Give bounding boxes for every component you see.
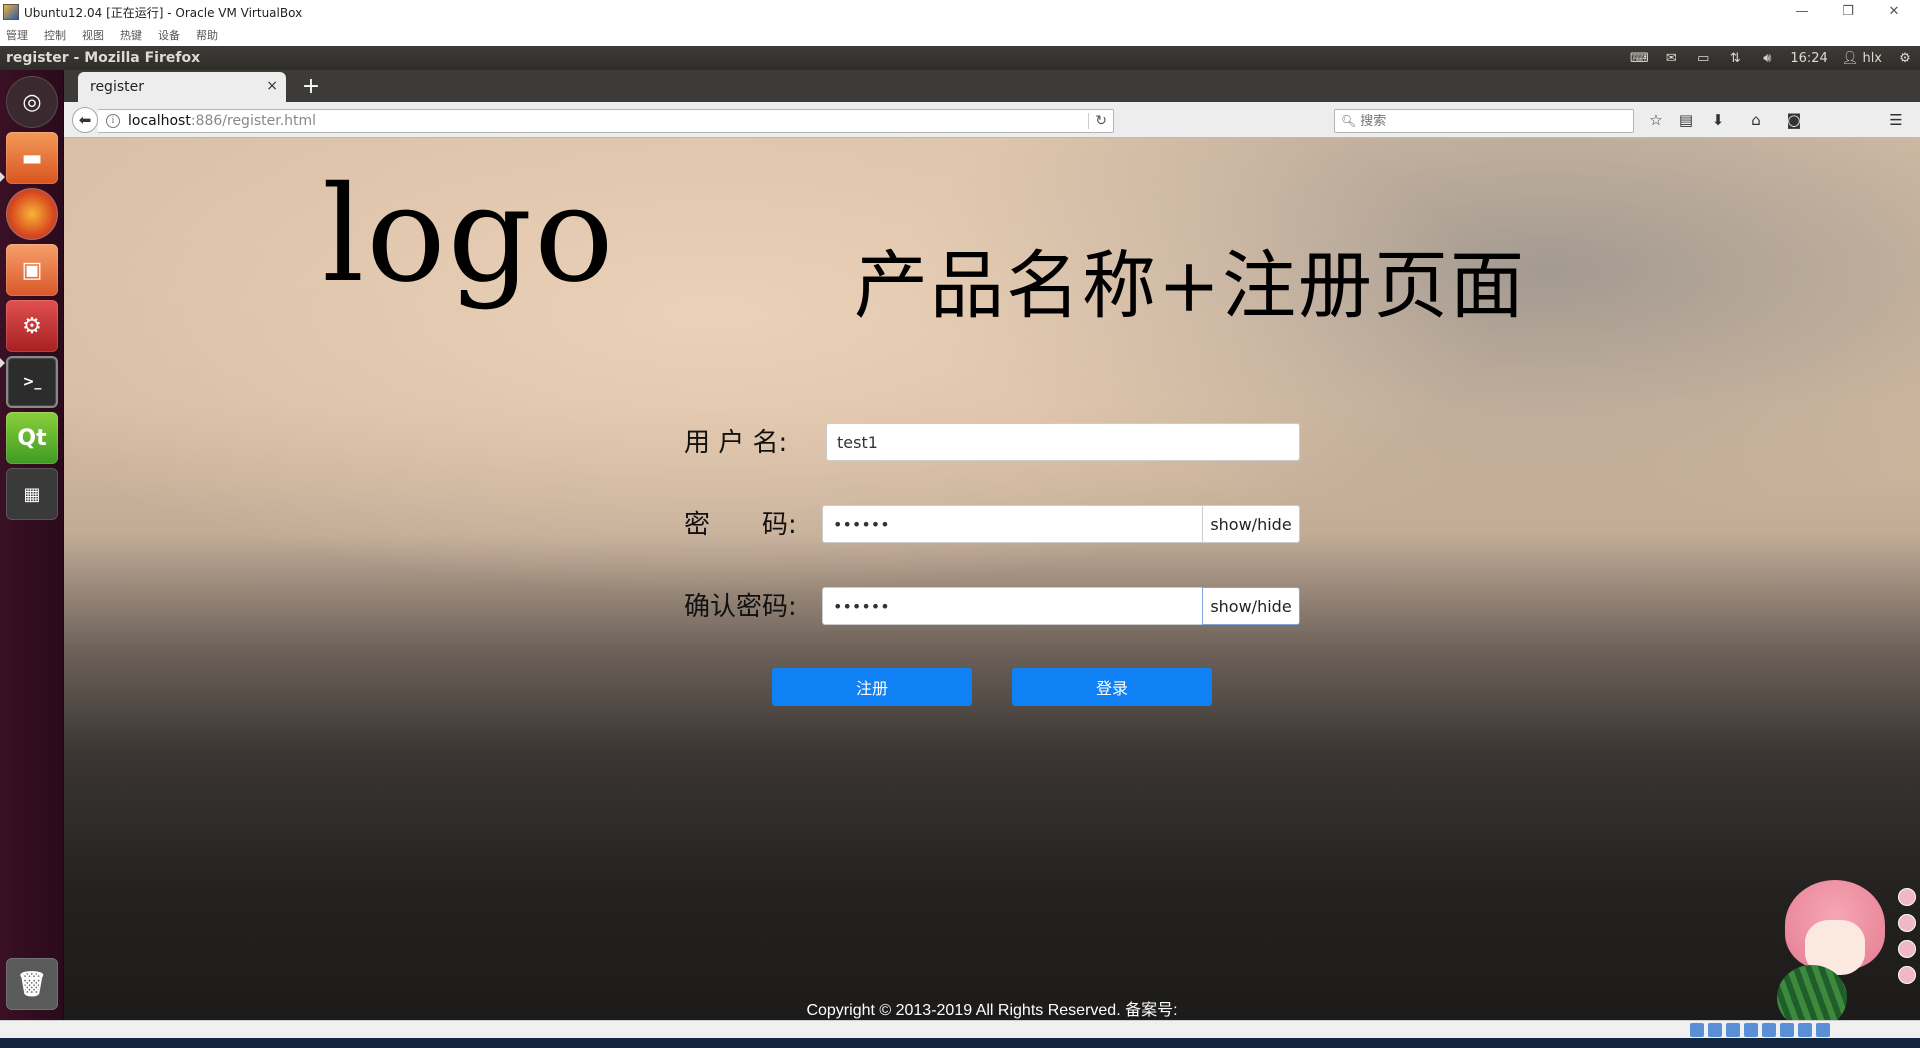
reload-icon[interactable]: ↻ xyxy=(1088,113,1107,129)
network-icon[interactable]: ⇅ xyxy=(1726,51,1744,66)
username-label: 用 户 名: xyxy=(684,428,788,458)
restore-button[interactable]: ❐ xyxy=(1826,0,1870,22)
info-icon[interactable]: i xyxy=(106,114,120,128)
keyboard-icon[interactable]: ⌨ xyxy=(1630,51,1649,66)
user-name: hlx xyxy=(1862,50,1882,66)
mail-icon[interactable]: ✉ xyxy=(1662,51,1680,66)
menu-item-devices[interactable]: 设备 xyxy=(158,27,180,43)
terminal-icon[interactable]: >_ xyxy=(6,356,58,408)
confirm-password-label: 确认密码: xyxy=(684,592,797,622)
confirm-toggle-button[interactable]: show/hide xyxy=(1202,587,1300,625)
mascot-menu-bubble[interactable] xyxy=(1898,940,1916,958)
hard-disk-icon[interactable] xyxy=(1690,1023,1704,1037)
password-label: 密 码: xyxy=(684,510,797,540)
vbox-titlebar: Ubuntu12.04 [正在运行] - Oracle VM VirtualBo… xyxy=(0,0,1920,24)
menu-item-hotkeys[interactable]: 热键 xyxy=(120,27,142,43)
vbox-statusbar xyxy=(0,1020,1920,1038)
mascot-menu-bubble[interactable] xyxy=(1898,888,1916,906)
running-indicator xyxy=(0,172,5,182)
menu-item-control[interactable]: 控制 xyxy=(44,27,66,43)
pocket-icon[interactable]: ◙ xyxy=(1782,108,1806,132)
desktop-mascot[interactable] xyxy=(1775,880,1885,1030)
minimize-button[interactable]: — xyxy=(1780,0,1824,22)
search-icon: 🔍︎ xyxy=(1341,114,1357,128)
vbox-menubar: 管理 控制 视图 热键 设备 帮助 xyxy=(0,24,1920,46)
download-icon[interactable]: ⬇ xyxy=(1706,108,1730,132)
user-icon: 👤︎ xyxy=(1841,50,1859,66)
login-button[interactable]: 登录 xyxy=(1012,668,1212,706)
firefox-icon[interactable] xyxy=(6,188,58,240)
url-bar[interactable]: i localhost :886/register.html ↻ xyxy=(98,109,1114,133)
trash-icon[interactable]: 🗑︎ xyxy=(6,958,58,1010)
host-taskbar xyxy=(0,1038,1920,1048)
virtualbox-app-icon xyxy=(3,4,19,20)
running-indicator xyxy=(0,358,5,368)
footer-copyright: Copyright © 2013-2019 All Rights Reserve… xyxy=(806,1002,1178,1019)
logo: logo xyxy=(322,158,616,312)
home-icon[interactable]: ⌂ xyxy=(1744,108,1768,132)
vbox-status-icons xyxy=(1690,1023,1830,1037)
new-tab-button[interactable]: + xyxy=(298,73,324,99)
url-host: localhost xyxy=(128,113,191,129)
system-settings-icon[interactable]: ⚙ xyxy=(6,300,58,352)
display-icon[interactable] xyxy=(1798,1023,1812,1037)
back-button[interactable]: ⬅ xyxy=(72,107,98,133)
optical-drive-icon[interactable] xyxy=(1708,1023,1722,1037)
volume-icon[interactable]: 🔊︎ xyxy=(1758,51,1776,66)
url-path: :886/register.html xyxy=(190,113,317,129)
files-icon[interactable]: ▬ xyxy=(6,132,58,184)
clipboard-icon[interactable]: ▤ xyxy=(1674,108,1698,132)
clock[interactable]: 16:24 xyxy=(1790,51,1827,66)
username-field[interactable] xyxy=(826,423,1300,461)
menu-item-view[interactable]: 视图 xyxy=(82,27,104,43)
mascot-menu-bubble[interactable] xyxy=(1898,966,1916,984)
dash-home-icon[interactable]: ◎ xyxy=(6,76,58,128)
mascot-menu-bubble[interactable] xyxy=(1898,914,1916,932)
close-window-button[interactable]: ✕ xyxy=(1872,0,1916,22)
hamburger-menu-icon[interactable]: ☰ xyxy=(1884,108,1908,132)
workspace-switcher-icon[interactable]: ▦ xyxy=(6,468,58,520)
menu-item-manage[interactable]: 管理 xyxy=(6,27,28,43)
active-window-title: register - Mozilla Firefox xyxy=(6,50,201,66)
settings-gear-icon[interactable]: ⚙ xyxy=(1896,51,1914,66)
back-arrow-icon: ⬅ xyxy=(78,111,92,129)
register-button[interactable]: 注册 xyxy=(772,668,972,706)
password-field[interactable] xyxy=(822,505,1203,543)
battery-icon[interactable]: ▭ xyxy=(1694,51,1712,66)
confirm-password-field[interactable] xyxy=(822,587,1203,625)
recording-icon[interactable] xyxy=(1816,1023,1830,1037)
tab-strip: register × + xyxy=(64,70,1920,102)
vbox-window-title: Ubuntu12.04 [正在运行] - Oracle VM VirtualBo… xyxy=(24,5,303,20)
navigation-toolbar: ⬅ i localhost :886/register.html ↻ 🔍︎ ☆ … xyxy=(64,102,1920,138)
software-center-icon[interactable]: ▣ xyxy=(6,244,58,296)
password-toggle-button[interactable]: show/hide xyxy=(1202,505,1300,543)
tab-register[interactable]: register × xyxy=(78,72,286,102)
page-viewport: logo 产品名称+注册页面 用 户 名: 密 码: show/hide 确认密… xyxy=(64,138,1920,1020)
shared-folder-icon[interactable] xyxy=(1780,1023,1794,1037)
menu-item-help[interactable]: 帮助 xyxy=(196,27,218,43)
network-adapter-icon[interactable] xyxy=(1744,1023,1758,1037)
qt-creator-icon[interactable]: Qt xyxy=(6,412,58,464)
user-indicator[interactable]: 👤︎ hlx xyxy=(1842,51,1882,66)
tab-title: register xyxy=(90,79,144,95)
panel-indicators: ⌨ ✉ ▭ ⇅ 🔊︎ 16:24 👤︎ hlx ⚙ xyxy=(1630,46,1914,70)
search-input[interactable] xyxy=(1360,113,1621,129)
audio-icon[interactable] xyxy=(1726,1023,1740,1037)
search-bar[interactable]: 🔍︎ xyxy=(1334,109,1634,133)
unity-launcher: ◎ ▬ ▣ ⚙ >_ Qt ▦ 🗑︎ xyxy=(0,70,64,1020)
close-tab-icon[interactable]: × xyxy=(266,78,278,94)
usb-icon[interactable] xyxy=(1762,1023,1776,1037)
page-title: 产品名称+注册页面 xyxy=(854,243,1527,329)
star-icon[interactable]: ☆ xyxy=(1644,108,1668,132)
ubuntu-top-panel: register - Mozilla Firefox ⌨ ✉ ▭ ⇅ 🔊︎ 16… xyxy=(0,46,1920,70)
